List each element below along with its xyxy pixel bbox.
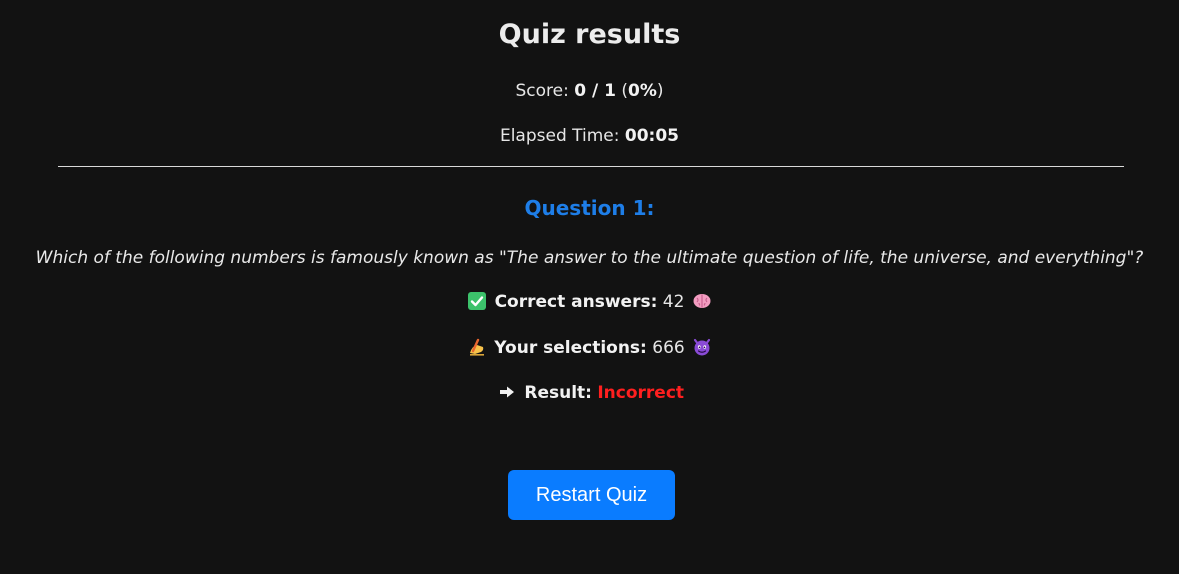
result-line: Result: Incorrect [0, 381, 1179, 405]
correct-answers-line: Correct answers: 42 [0, 290, 1179, 314]
score-paren-close: ) [656, 81, 664, 101]
score-value: 0 / 1 [574, 81, 616, 101]
elapsed-time-line: Elapsed Time: 00:05 [0, 124, 1179, 148]
right-arrow-icon [497, 382, 517, 402]
smiling-devil-icon [692, 337, 712, 357]
score-paren-open: ( [615, 81, 628, 101]
result-value: Incorrect [597, 383, 685, 403]
check-mark-icon [467, 291, 487, 311]
your-selections-value: 666 [646, 338, 685, 358]
restart-quiz-button[interactable]: Restart Quiz [508, 470, 675, 520]
elapsed-time-label: Elapsed Time: [499, 126, 625, 146]
score-percent: 0% [627, 81, 657, 101]
score-line: Score: 0 / 1 (0%) [0, 79, 1179, 103]
correct-answers-value: 42 [657, 292, 685, 312]
writing-hand-icon [467, 337, 487, 357]
question-text: Which of the following numbers is famous… [35, 248, 1144, 268]
your-selections-label: Your selections: [494, 338, 647, 358]
divider [58, 166, 1124, 167]
question-heading: Question 1: [524, 196, 655, 220]
brain-icon [692, 291, 712, 311]
page-title: Quiz results [498, 19, 681, 50]
result-label: Result: [524, 383, 592, 403]
correct-answers-label: Correct answers: [494, 292, 658, 312]
elapsed-time-value: 00:05 [624, 126, 680, 146]
score-label: Score: [515, 81, 575, 101]
your-selections-line: Your selections: 666 [0, 336, 1179, 360]
